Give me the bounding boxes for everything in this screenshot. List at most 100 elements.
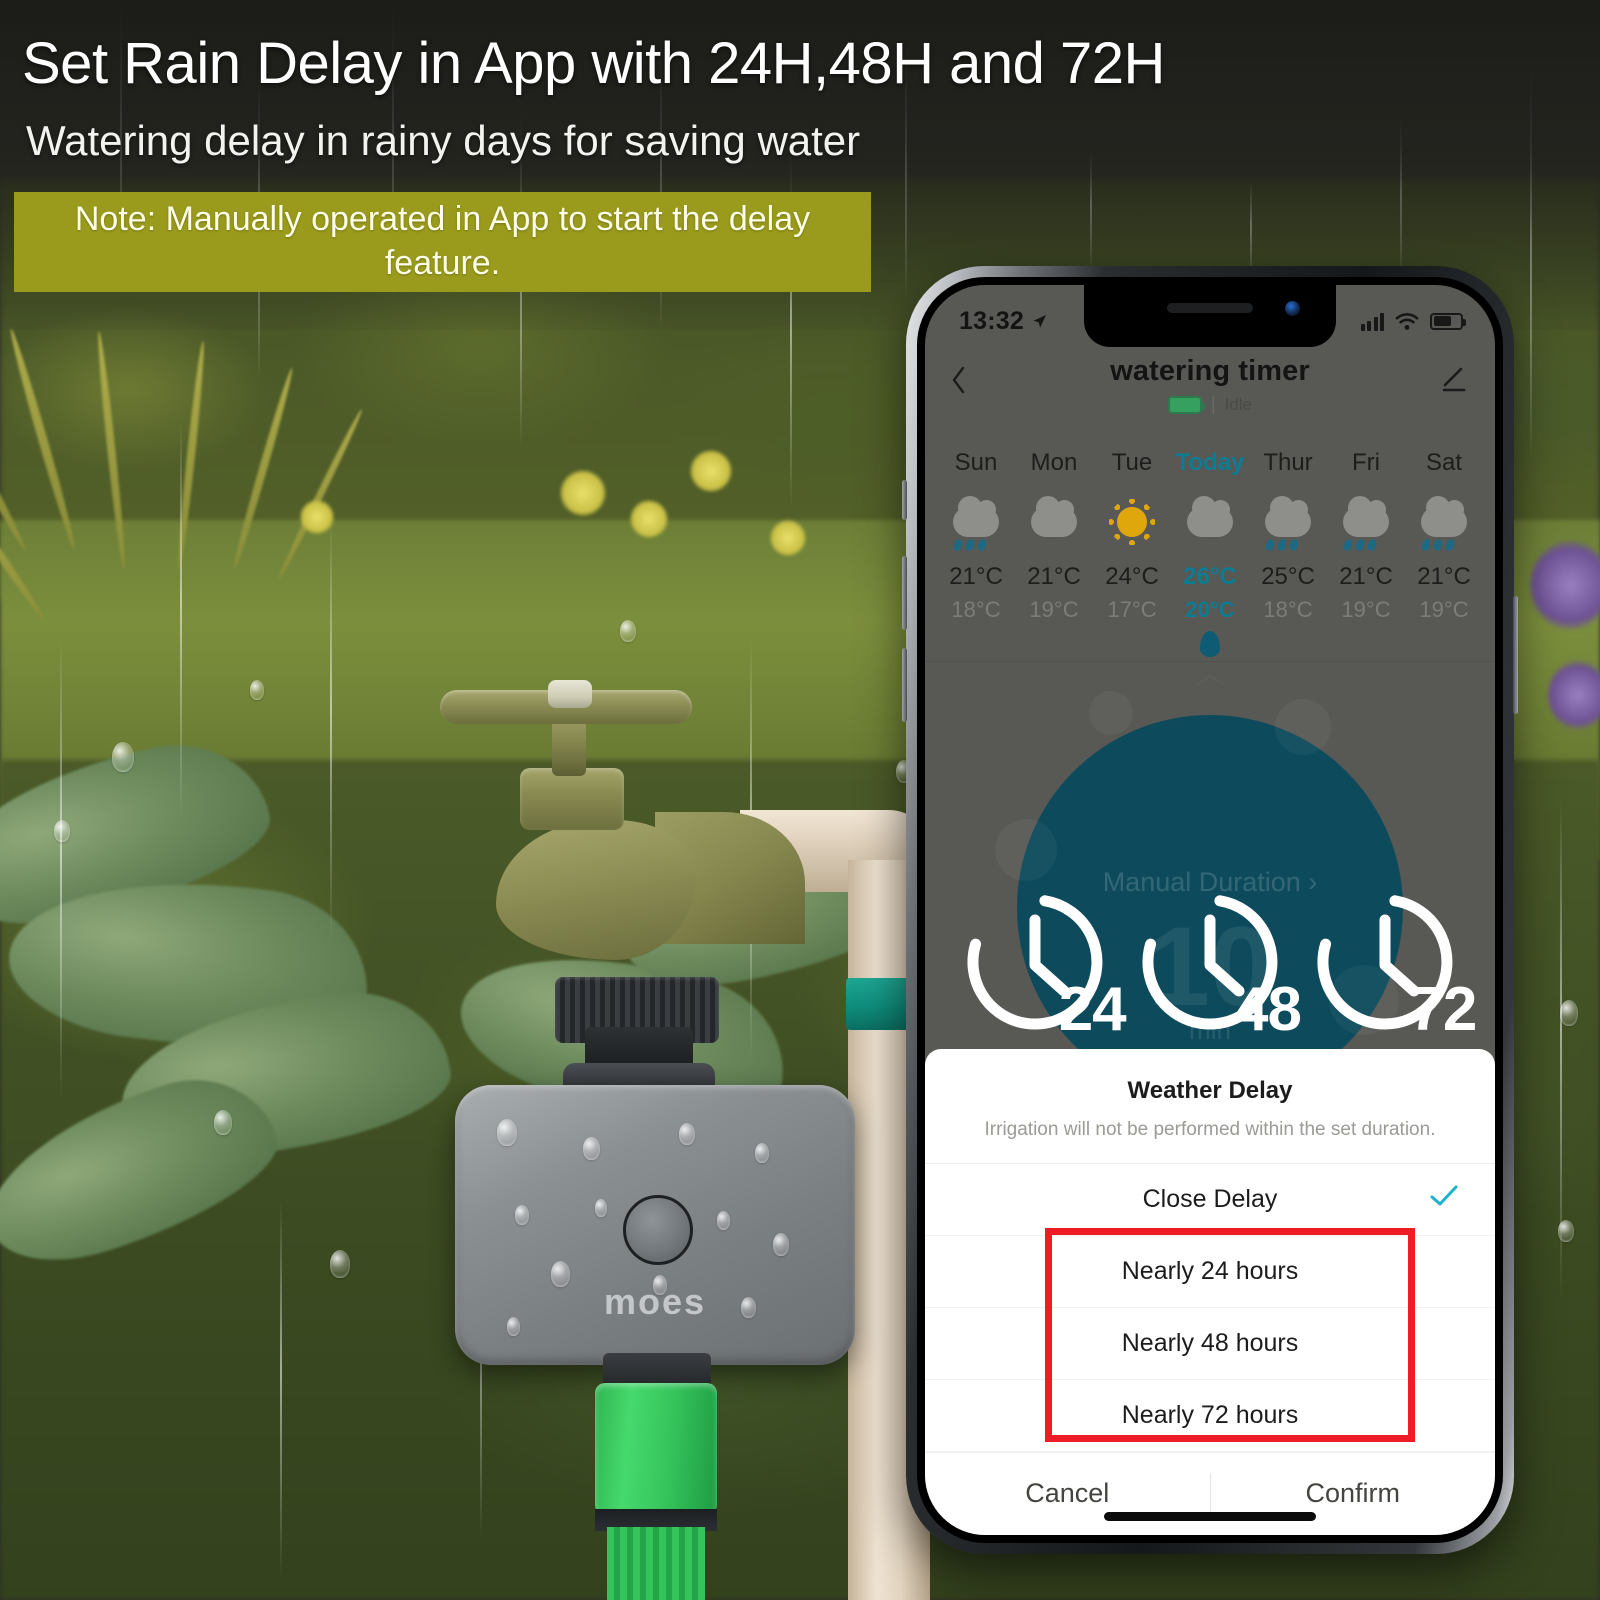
forecast-day-column-today[interactable]: Today 26°C 20°C	[1171, 449, 1249, 623]
phone-mute-switch[interactable]	[902, 480, 907, 520]
water-droplet	[583, 1137, 600, 1160]
forecast-low-temp: 19°C	[1029, 597, 1079, 622]
forecast-day-column[interactable]: Sat 21°C 19°C	[1405, 449, 1483, 623]
delay-option-close[interactable]: Close Delay	[925, 1164, 1495, 1236]
forecast-high-temp: 25°C	[1261, 563, 1315, 590]
note-banner: Note: Manually operated in App to start …	[14, 192, 871, 292]
delay-badges-overlay: 24 48 72	[925, 867, 1495, 1057]
forecast-day-column[interactable]: Mon 21°C 19°C	[1015, 449, 1093, 623]
rain-streak	[280, 1200, 282, 1580]
forecast-day-column[interactable]: Fri 21°C 19°C	[1327, 449, 1405, 623]
forecast-low-temp: 19°C	[1419, 597, 1469, 622]
water-droplet	[214, 1110, 232, 1135]
cancel-button[interactable]: Cancel	[925, 1478, 1210, 1509]
device-power-button	[623, 1195, 693, 1265]
forecast-day-label: Sat	[1425, 449, 1463, 476]
forecast-low-temp: 18°C	[1263, 597, 1313, 622]
forecast-day-column[interactable]: Thur 25°C 18°C	[1249, 449, 1327, 623]
delay-badge-value: 48	[1234, 975, 1302, 1044]
cellular-bars-icon	[1360, 312, 1384, 331]
check-icon	[1429, 1182, 1459, 1216]
humidity-indicator	[937, 631, 1483, 662]
water-droplet	[54, 820, 70, 842]
status-bar-time-group: 13:32	[959, 307, 1048, 336]
delay-options-list: Close Delay Nearly 24 hours Nearly 48 ho…	[925, 1164, 1495, 1452]
forecast-day-label: Tue	[1111, 449, 1153, 476]
phone-volume-up-button[interactable]	[902, 556, 907, 630]
water-droplet	[250, 680, 264, 700]
water-droplet	[515, 1205, 529, 1225]
app-title: watering timer	[1110, 355, 1310, 387]
delay-option-24h[interactable]: Nearly 24 hours	[925, 1236, 1495, 1308]
water-droplet	[1558, 1220, 1574, 1242]
water-droplet	[741, 1297, 756, 1318]
rain-icon	[937, 493, 1015, 552]
home-indicator[interactable]	[1104, 1512, 1316, 1521]
water-droplet	[497, 1119, 517, 1146]
delay-option-48h[interactable]: Nearly 48 hours	[925, 1308, 1495, 1380]
decorative-bubble	[1275, 699, 1331, 755]
water-droplet	[620, 620, 636, 642]
delay-badge-48h: 48	[1135, 887, 1302, 1041]
battery-icon	[1167, 395, 1205, 414]
forecast-low-temp: 17°C	[1107, 597, 1157, 622]
delay-option-72h[interactable]: Nearly 72 hours	[925, 1380, 1495, 1452]
confirm-button[interactable]: Confirm	[1211, 1478, 1496, 1509]
smart-water-timer-device: moes	[455, 977, 855, 1600]
forecast-day-label: Thur	[1263, 449, 1313, 476]
back-button[interactable]	[951, 355, 995, 401]
water-drop-icon	[1200, 631, 1220, 657]
edit-button[interactable]	[1425, 355, 1469, 393]
forecast-low-temp: 20°C	[1185, 597, 1235, 622]
rain-streak	[60, 640, 62, 1100]
forecast-high-temp: 21°C	[1417, 563, 1471, 590]
forecast-day-column[interactable]: Sun 21°C 18°C	[937, 449, 1015, 623]
delay-option-label: Close Delay	[1142, 1184, 1278, 1213]
delay-badge-72h: 72	[1310, 887, 1477, 1041]
water-droplet	[507, 1317, 520, 1336]
status-badge: Idle	[1224, 394, 1253, 414]
rain-icon	[1327, 493, 1405, 552]
status-separator: |	[1210, 394, 1216, 414]
water-droplet	[717, 1211, 730, 1230]
flower	[560, 470, 606, 516]
chevron-left-icon	[952, 366, 965, 394]
flower	[1548, 660, 1600, 730]
phone-mockup: 13:32 watering timer | Idle Sun 21°C 18°…	[902, 266, 1518, 1554]
faucet-body	[496, 820, 696, 960]
check-icon	[1430, 1185, 1458, 1206]
cloud-icon	[1015, 493, 1093, 551]
forecast-day-label: Fri	[1352, 449, 1380, 476]
faucet-hex-nut	[520, 768, 624, 830]
phone-power-button[interactable]	[1513, 596, 1518, 714]
flower	[1530, 540, 1600, 630]
decorative-bubble	[1089, 691, 1133, 735]
hose-quick-connector	[595, 1383, 717, 1515]
rain-streak	[330, 520, 332, 940]
weather-delay-bottom-sheet: Weather Delay Irrigation will not be per…	[925, 1049, 1495, 1535]
rain-streak	[180, 420, 182, 820]
front-camera	[1285, 301, 1300, 316]
app-header: watering timer | Idle	[925, 347, 1495, 433]
flower	[630, 500, 668, 538]
cloud-icon	[1171, 493, 1249, 551]
weather-forecast-strip[interactable]: Sun 21°C 18°C Mon 21°C 19°C Tue 24°C 17°…	[925, 435, 1495, 688]
forecast-day-column[interactable]: Tue 24°C 17°C	[1093, 449, 1171, 623]
connector-collar-ribbed	[607, 1527, 705, 1600]
water-droplet	[679, 1123, 695, 1145]
delay-option-label: Nearly 24 hours	[1121, 1256, 1299, 1285]
forecast-high-temp: 21°C	[1339, 563, 1393, 590]
water-droplet	[755, 1143, 769, 1163]
sheet-title: Weather Delay	[1127, 1077, 1293, 1104]
forecast-high-temp: 26°C	[1183, 563, 1237, 590]
forecast-day-label: Today	[1175, 449, 1245, 476]
battery-icon	[1430, 312, 1466, 330]
device-housing: moes	[455, 1085, 855, 1365]
collapse-forecast-button[interactable]	[937, 672, 1483, 688]
forecast-days-row: Sun 21°C 18°C Mon 21°C 19°C Tue 24°C 17°…	[937, 449, 1483, 623]
earpiece-speaker	[1167, 303, 1253, 313]
chevron-up-icon	[1195, 674, 1225, 686]
rain-icon	[1405, 493, 1483, 552]
flower	[300, 500, 334, 534]
phone-volume-down-button[interactable]	[902, 648, 907, 722]
